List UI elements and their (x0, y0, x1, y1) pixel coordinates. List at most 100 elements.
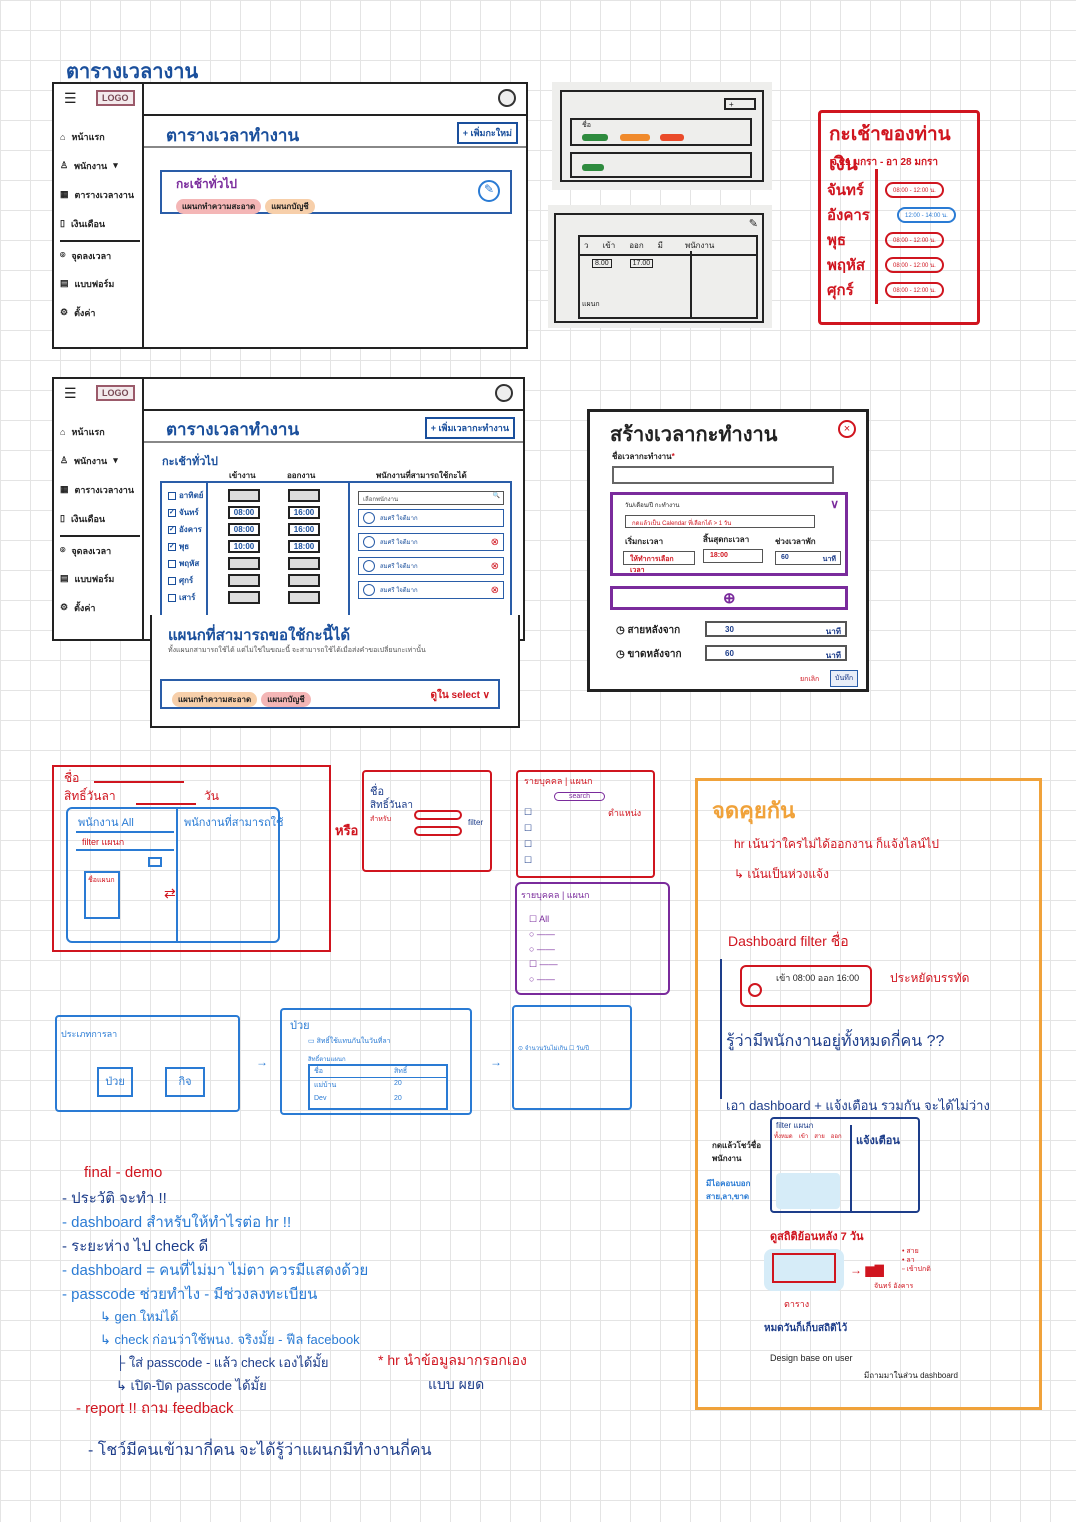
remove-icon[interactable]: ⊗ (491, 561, 499, 572)
personal-leave-button[interactable]: กิจ (165, 1067, 205, 1097)
check-out-input[interactable]: 16:00 (288, 506, 320, 519)
schedule-time-pill: 08:00 - 12:00 น. (885, 256, 944, 273)
menu-icon[interactable]: ☰ (64, 90, 77, 107)
sidebar-item[interactable]: ▦ ตารางเวลางาน (60, 475, 140, 504)
day-checkbox[interactable]: ✓ (168, 508, 176, 517)
employee-item[interactable]: สมศรี ใจดีมาก ⊗ (358, 533, 504, 551)
check-in-input[interactable] (228, 557, 260, 570)
day-row[interactable]: เสาร์ (168, 589, 203, 606)
add-date-range-button[interactable]: ⊕ (610, 586, 848, 610)
schedule-row: อังคาร 12:00 - 14:00 น. (827, 202, 956, 227)
user-icon: ♙ (60, 455, 69, 465)
start-time-input[interactable]: ให้ทำการเลือกเวลา (623, 551, 695, 574)
employee-item[interactable]: สมศรี ใจดีมาก ⊗ (358, 557, 504, 575)
check-out-input[interactable]: 18:00 (288, 540, 320, 553)
shift-card[interactable]: กะเช้าทั่วไป แผนกทำความสะอาด แผนกบัญชี ✎ (160, 170, 512, 214)
sidebar-item[interactable]: ▯ เงินเดือน (60, 209, 140, 238)
check-in-input[interactable]: 10:00 (228, 540, 260, 553)
sick-leave-button[interactable]: ป่วย (97, 1067, 133, 1097)
check-in-input[interactable]: 08:00 (228, 506, 260, 519)
end-time-input[interactable]: 18:00 (703, 549, 763, 563)
employee-item[interactable]: สมศรี ใจดีมาก (358, 509, 504, 527)
select-note: ดูใน select ∨ (430, 690, 490, 701)
date-picker-input[interactable]: กดแล้วเป็น Calendar ที่เลือกได้ > 1 วัน (625, 515, 815, 528)
schedule-time-pill: 08:00 - 12:00 น. (885, 281, 944, 298)
day-row[interactable]: ศุกร์ (168, 572, 203, 589)
absent-input[interactable]: 60 นาที (705, 645, 847, 661)
sidebar-item[interactable]: ▤ แบบฟอร์ม (60, 269, 140, 298)
day-row[interactable]: อาทิตย์ (168, 487, 203, 504)
check-out-input[interactable] (288, 557, 320, 570)
sidebar-item-label: พนักงาน (74, 160, 108, 171)
check-in-input[interactable] (228, 489, 260, 502)
sidebar-item[interactable]: ▯ เงินเดือน (60, 504, 140, 533)
add-shift-button[interactable]: + เพิ่มกะใหม่ (456, 122, 518, 144)
day-checkbox[interactable] (168, 559, 176, 568)
sidebar-item[interactable]: ⚙ ตั้งค่า (60, 298, 140, 327)
employee-item[interactable]: สมศรี ใจดีมาก ⊗ (358, 581, 504, 599)
sidebar-item[interactable]: ▦ ตารางเวลางาน (60, 180, 140, 209)
late-label: สายหลังจาก (627, 625, 681, 636)
check-out-input[interactable] (288, 574, 320, 587)
employee-search-input[interactable]: เลือกพนักงาน 🔍 (358, 491, 504, 505)
close-icon[interactable]: × (838, 420, 856, 438)
late-input[interactable]: 30 นาที (705, 621, 847, 637)
check-in-input[interactable] (228, 574, 260, 587)
sidebar-item[interactable]: ⌂ หน้าแรก (60, 417, 140, 446)
day-checkbox[interactable] (168, 593, 176, 602)
sidebar-item-label: ตารางเวลางาน (74, 189, 134, 200)
shift-name-input[interactable] (612, 466, 834, 484)
dept-select[interactable]: แผนกทำความสะอาด แผนกบัญชี ดูใน select ∨ (160, 679, 500, 709)
employee-name: สมศรี ใจดีมาก (380, 588, 418, 594)
menu-icon[interactable]: ☰ (64, 385, 77, 402)
sidebar-item[interactable]: ▤ แบบฟอร์ม (60, 564, 140, 593)
check-out-input[interactable] (288, 591, 320, 604)
day-checkbox[interactable]: ✓ (168, 525, 176, 534)
add-shift-time-button[interactable]: + เพิ่มเวลากะทำงาน (424, 417, 515, 439)
check-out-input[interactable] (288, 489, 320, 502)
sidebar-item[interactable]: ⌾ จุดลงเวลา (60, 240, 140, 269)
leave-rights-sketch: ชื่อ สิทธิ์วันลา วัน พนักงาน All filter … (52, 765, 331, 952)
schedule-row: พุธ 08:00 - 12:00 น. (827, 227, 956, 252)
day-checkbox[interactable] (168, 491, 176, 500)
break-input[interactable]: 60 นาที (775, 551, 841, 565)
avatar[interactable] (495, 384, 513, 402)
check-in-input[interactable]: 08:00 (228, 523, 260, 536)
day-checkbox[interactable] (168, 576, 176, 585)
day-row[interactable]: ✓ อังคาร (168, 521, 203, 538)
edit-icon[interactable]: ✎ (478, 180, 500, 202)
todo-item: - dashboard = คนที่ไม่มา ไม่ตา ควรมีแสดง… (62, 1262, 369, 1279)
caret-down-icon[interactable]: ▾ (113, 160, 118, 171)
caret-down-icon[interactable]: ▾ (113, 455, 118, 466)
sidebar-item[interactable]: ⚙ ตั้งค่า (60, 593, 140, 622)
money-icon: ▯ (60, 513, 65, 523)
sidebar-item-label: ตั้งค่า (74, 307, 96, 318)
required-mark: * (671, 452, 675, 461)
employee-name: สมศรี ใจดีมาก (380, 516, 418, 522)
sidebar-item[interactable]: ⌾ จุดลงเวลา (60, 535, 140, 564)
sidebar-item-label: แบบฟอร์ม (74, 573, 115, 584)
day-row[interactable]: ✓ จันทร์ (168, 504, 203, 521)
sidebar-item-label: เงินเดือน (70, 513, 106, 524)
chevron-down-icon[interactable]: ∨ (830, 497, 839, 511)
remove-icon[interactable]: ⊗ (491, 537, 499, 548)
remove-icon[interactable]: ⊗ (491, 585, 499, 596)
wireframe-schedule-list: ☰ LOGO ⌂ หน้าแรก ♙ พนักงาน ▾ ▦ ตารางเวลางาน ▯ เง… (52, 82, 528, 349)
day-row[interactable]: พฤหัส (168, 555, 203, 572)
cancel-button[interactable]: ยกเลิก (800, 674, 819, 685)
check-out-input[interactable]: 16:00 (288, 523, 320, 536)
employee-name: สมศรี ใจดีมาก (380, 540, 418, 546)
section-title: ตารางเวลาทำงาน (166, 126, 300, 145)
sidebar-item[interactable]: ♙ พนักงาน ▾ (60, 151, 140, 180)
schedule-row: พฤหัส 08:00 - 12:00 น. (827, 252, 956, 277)
sidebar-item[interactable]: ♙ พนักงาน ▾ (60, 446, 140, 475)
save-button[interactable]: บันทึก (830, 670, 859, 687)
day-label: ศุกร์ (179, 576, 194, 585)
day-checkbox[interactable]: ✓ (168, 542, 176, 551)
check-in-input[interactable] (228, 591, 260, 604)
day-row[interactable]: ✓ พุธ (168, 538, 203, 555)
sidebar-item[interactable]: ⌂ หน้าแรก (60, 122, 140, 151)
avatar[interactable] (498, 89, 516, 107)
create-shift-modal: สร้างเวลากะทำงาน × ชื่อเวลากะทำงาน* วัน/… (587, 409, 869, 692)
schedule-day: พุธ (827, 231, 847, 249)
